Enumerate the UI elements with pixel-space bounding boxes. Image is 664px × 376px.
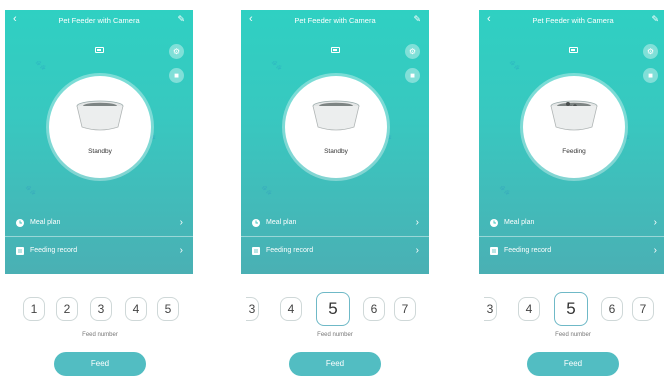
feed-number-picker[interactable]: 3 4 5 6 7 bbox=[484, 292, 658, 332]
battery-icon bbox=[331, 47, 340, 53]
edit-pencil-icon[interactable]: ✎ bbox=[177, 14, 185, 24]
header: ‹ Pet Feeder with Camera ✎ bbox=[479, 10, 664, 32]
feed-button[interactable]: Feed bbox=[527, 352, 619, 376]
clock-icon bbox=[16, 219, 24, 227]
feed-number-option[interactable]: 6 bbox=[601, 297, 623, 321]
status-label: Feeding bbox=[562, 148, 586, 155]
feeding-record-row[interactable]: Feeding record › bbox=[241, 238, 429, 264]
paw-pattern-icon: 🐾 bbox=[25, 185, 37, 195]
gear-icon[interactable]: ⚙ bbox=[405, 44, 420, 59]
feed-number-label: Feed number bbox=[82, 332, 118, 338]
meal-plan-row[interactable]: Meal plan › bbox=[479, 210, 664, 237]
feeder-status-dial: Feeding bbox=[523, 76, 625, 178]
list-icon bbox=[490, 247, 498, 255]
status-label: Standby bbox=[324, 148, 348, 155]
list-icon bbox=[16, 247, 24, 255]
feeding-record-label: Feeding record bbox=[30, 247, 78, 254]
feed-number-option[interactable]: 7 bbox=[394, 297, 416, 321]
meal-plan-row[interactable]: Meal plan › bbox=[241, 210, 429, 237]
edit-pencil-icon[interactable]: ✎ bbox=[413, 14, 421, 24]
battery-icon bbox=[569, 47, 578, 53]
feed-number-option[interactable]: 4 bbox=[518, 297, 540, 321]
clock-icon bbox=[252, 219, 260, 227]
feed-number-option[interactable]: 1 bbox=[23, 297, 45, 321]
page-title: Pet Feeder with Camera bbox=[532, 16, 614, 25]
paw-pattern-icon: 🐾 bbox=[271, 60, 283, 70]
meal-plan-label: Meal plan bbox=[504, 219, 535, 226]
page-title: Pet Feeder with Camera bbox=[294, 16, 376, 25]
paw-pattern-icon: 🐾 bbox=[261, 185, 273, 195]
edit-pencil-icon[interactable]: ✎ bbox=[651, 14, 659, 24]
feed-number-option[interactable]: 5 bbox=[157, 297, 179, 321]
feed-button[interactable]: Feed bbox=[289, 352, 381, 376]
feed-number-option[interactable]: 6 bbox=[363, 297, 385, 321]
feed-number-option[interactable]: 7 bbox=[632, 297, 654, 321]
feeding-record-row[interactable]: Feeding record › bbox=[5, 238, 193, 264]
feed-number-option-selected[interactable]: 5 bbox=[554, 292, 588, 326]
feeder-status-dial: Standby bbox=[49, 76, 151, 178]
paw-pattern-icon: 🐾 bbox=[509, 60, 521, 70]
chevron-right-icon: › bbox=[415, 245, 419, 256]
feeder-status-dial: Standby bbox=[285, 76, 387, 178]
meal-plan-label: Meal plan bbox=[30, 219, 61, 226]
header: ‹ Pet Feeder with Camera ✎ bbox=[5, 10, 193, 32]
page-title: Pet Feeder with Camera bbox=[58, 16, 140, 25]
bowl-icon bbox=[76, 100, 124, 131]
chevron-right-icon: › bbox=[653, 245, 657, 256]
phone-screen: 🐾 🐾 🐾 ‹ Pet Feeder with Camera ✎ ⚙ ■ Sta… bbox=[241, 10, 429, 274]
feed-number-option[interactable]: 3 bbox=[90, 297, 112, 321]
chevron-right-icon: › bbox=[179, 245, 183, 256]
feeding-record-label: Feeding record bbox=[266, 247, 314, 254]
feeding-record-row[interactable]: Feeding record › bbox=[479, 238, 664, 264]
paw-pattern-icon: 🐾 bbox=[499, 185, 511, 195]
feed-number-label: Feed number bbox=[555, 332, 591, 338]
video-camera-icon[interactable]: ■ bbox=[405, 68, 420, 83]
meal-plan-row[interactable]: Meal plan › bbox=[5, 210, 193, 237]
feed-number-option[interactable]: 4 bbox=[125, 297, 147, 321]
meal-plan-label: Meal plan bbox=[266, 219, 297, 226]
chevron-right-icon: › bbox=[415, 217, 419, 228]
bowl-icon bbox=[312, 100, 360, 131]
feed-number-label: Feed number bbox=[317, 332, 353, 338]
bowl-with-food-icon bbox=[550, 100, 598, 131]
chevron-right-icon: › bbox=[179, 217, 183, 228]
phone-screen: 🐾 🐾 🐾 ‹ Pet Feeder with Camera ✎ ⚙ ■ Sta… bbox=[5, 10, 193, 274]
paw-pattern-icon: 🐾 bbox=[35, 60, 47, 70]
header: ‹ Pet Feeder with Camera ✎ bbox=[241, 10, 429, 32]
gear-icon[interactable]: ⚙ bbox=[643, 44, 658, 59]
video-camera-icon[interactable]: ■ bbox=[169, 68, 184, 83]
feed-number-option-selected[interactable]: 5 bbox=[316, 292, 350, 326]
gear-icon[interactable]: ⚙ bbox=[169, 44, 184, 59]
feed-number-option[interactable]: 4 bbox=[280, 297, 302, 321]
feed-number-option[interactable]: 3 bbox=[484, 297, 497, 321]
feed-number-option[interactable]: 2 bbox=[56, 297, 78, 321]
feed-number-option[interactable]: 3 bbox=[246, 297, 259, 321]
feed-number-picker[interactable]: 1 2 3 4 5 bbox=[18, 292, 188, 332]
feeding-record-label: Feeding record bbox=[504, 247, 552, 254]
list-icon bbox=[252, 247, 260, 255]
clock-icon bbox=[490, 219, 498, 227]
chevron-right-icon: › bbox=[653, 217, 657, 228]
status-label: Standby bbox=[88, 148, 112, 155]
battery-icon bbox=[95, 47, 104, 53]
feed-number-picker[interactable]: 3 4 5 6 7 bbox=[246, 292, 420, 332]
feed-button[interactable]: Feed bbox=[54, 352, 146, 376]
video-camera-icon[interactable]: ■ bbox=[643, 68, 658, 83]
phone-screen: 🐾 🐾 🐾 ‹ Pet Feeder with Camera ✎ ⚙ ■ Fee… bbox=[479, 10, 664, 274]
